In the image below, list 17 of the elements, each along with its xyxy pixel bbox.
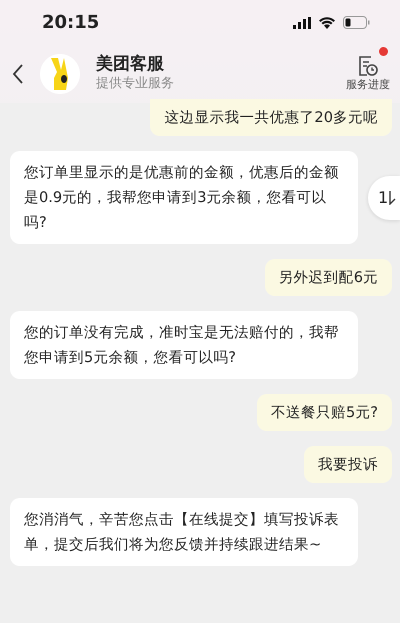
signal-icon bbox=[293, 16, 311, 28]
wifi-icon bbox=[319, 16, 335, 28]
user-message: 这边显示我一共优惠了20多元呢 bbox=[150, 99, 392, 136]
chat-title: 美团客服 bbox=[96, 54, 165, 74]
service-progress-button[interactable]: 服务进度 bbox=[346, 54, 390, 94]
agent-message: 您消消气，辛苦您点击【在线提交】填写投诉表单，提交后我们将为您反馈并持续跟进结果~ bbox=[10, 498, 358, 566]
agent-message: 您的订单没有完成，准时宝是无法赔付的，我帮您申请到5元余额，您看可以吗? bbox=[10, 311, 358, 379]
user-message: 另外迟到配6元 bbox=[264, 259, 392, 296]
chat-subtitle: 提供专业服务 bbox=[96, 75, 175, 94]
agent-message: 您订单里显示的是优惠前的金额，优惠后的金额是0.9元的，我帮您申请到3元余额，您看可以吗? bbox=[10, 151, 358, 244]
document-clock-icon bbox=[357, 54, 379, 77]
status-time: 20:15 bbox=[42, 11, 100, 35]
back-icon[interactable] bbox=[12, 64, 24, 84]
scroll-down-button[interactable]: 1 bbox=[368, 176, 400, 220]
battery-icon bbox=[343, 16, 370, 29]
user-message: 不送餐只赔5元? bbox=[256, 394, 392, 431]
user-message: 我要投诉 bbox=[304, 446, 392, 483]
